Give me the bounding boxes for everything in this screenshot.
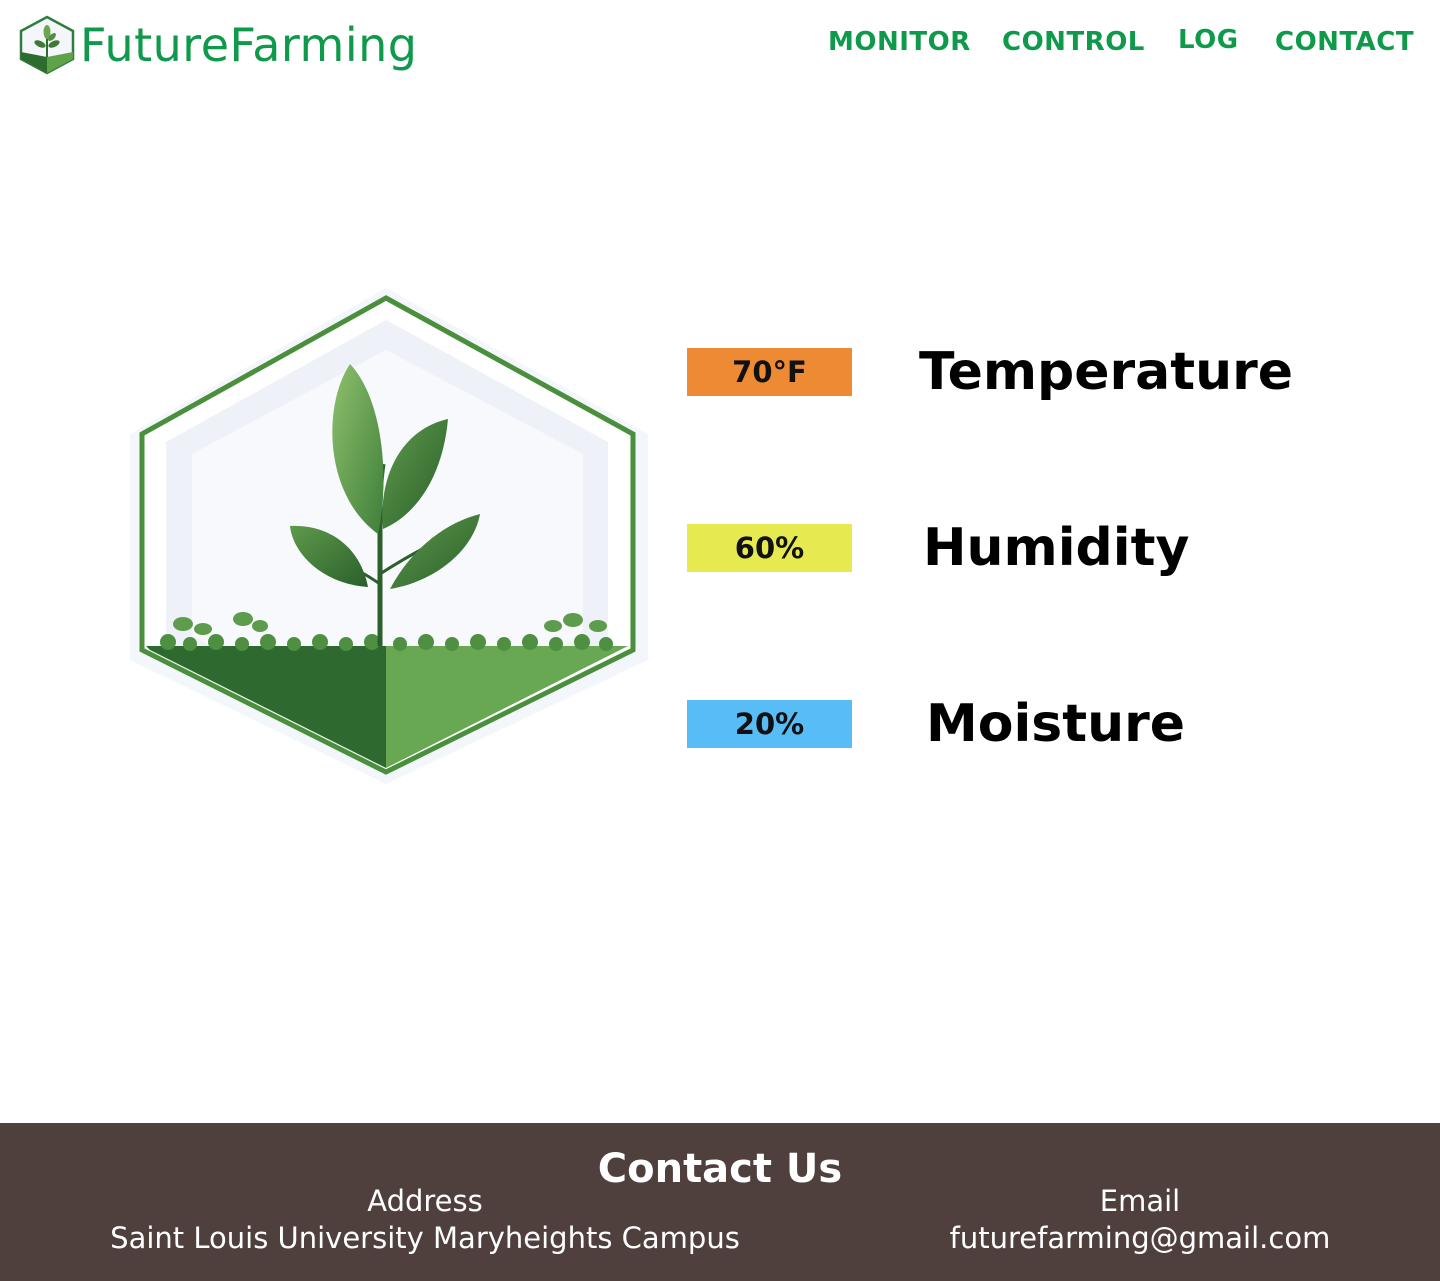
address-value: Saint Louis University Maryheights Campu… (110, 1221, 740, 1255)
nav-log[interactable]: LOG (1178, 22, 1239, 58)
email-value[interactable]: futurefarming@gmail.com (900, 1220, 1380, 1257)
humidity-value: 60% (687, 524, 852, 572)
nav-monitor[interactable]: MONITOR (828, 24, 971, 60)
address-block: Address Saint Louis University Maryheigh… (60, 1183, 790, 1257)
temperature-label: Temperature (919, 342, 1294, 402)
email-block: Email futurefarming@gmail.com (900, 1183, 1380, 1257)
plant-in-hexagon-illustration (130, 288, 648, 784)
site-header: FutureFarming MONITOR CONTROL LOG CONTAC… (0, 0, 1440, 96)
main-nav: MONITOR CONTROL LOG CONTACT (0, 24, 1440, 64)
email-heading: Email (1099, 1184, 1181, 1218)
humidity-label: Humidity (923, 518, 1190, 578)
temperature-value: 70°F (687, 348, 852, 396)
page: FutureFarming MONITOR CONTROL LOG CONTAC… (0, 0, 1440, 1281)
nav-control[interactable]: CONTROL (1002, 24, 1145, 60)
moisture-value: 20% (687, 700, 852, 748)
nav-contact[interactable]: CONTACT (1275, 24, 1414, 60)
address-heading: Address (367, 1184, 483, 1218)
contact-footer: Contact Us Address Saint Louis Universit… (0, 1123, 1440, 1281)
moisture-label: Moisture (926, 694, 1186, 754)
